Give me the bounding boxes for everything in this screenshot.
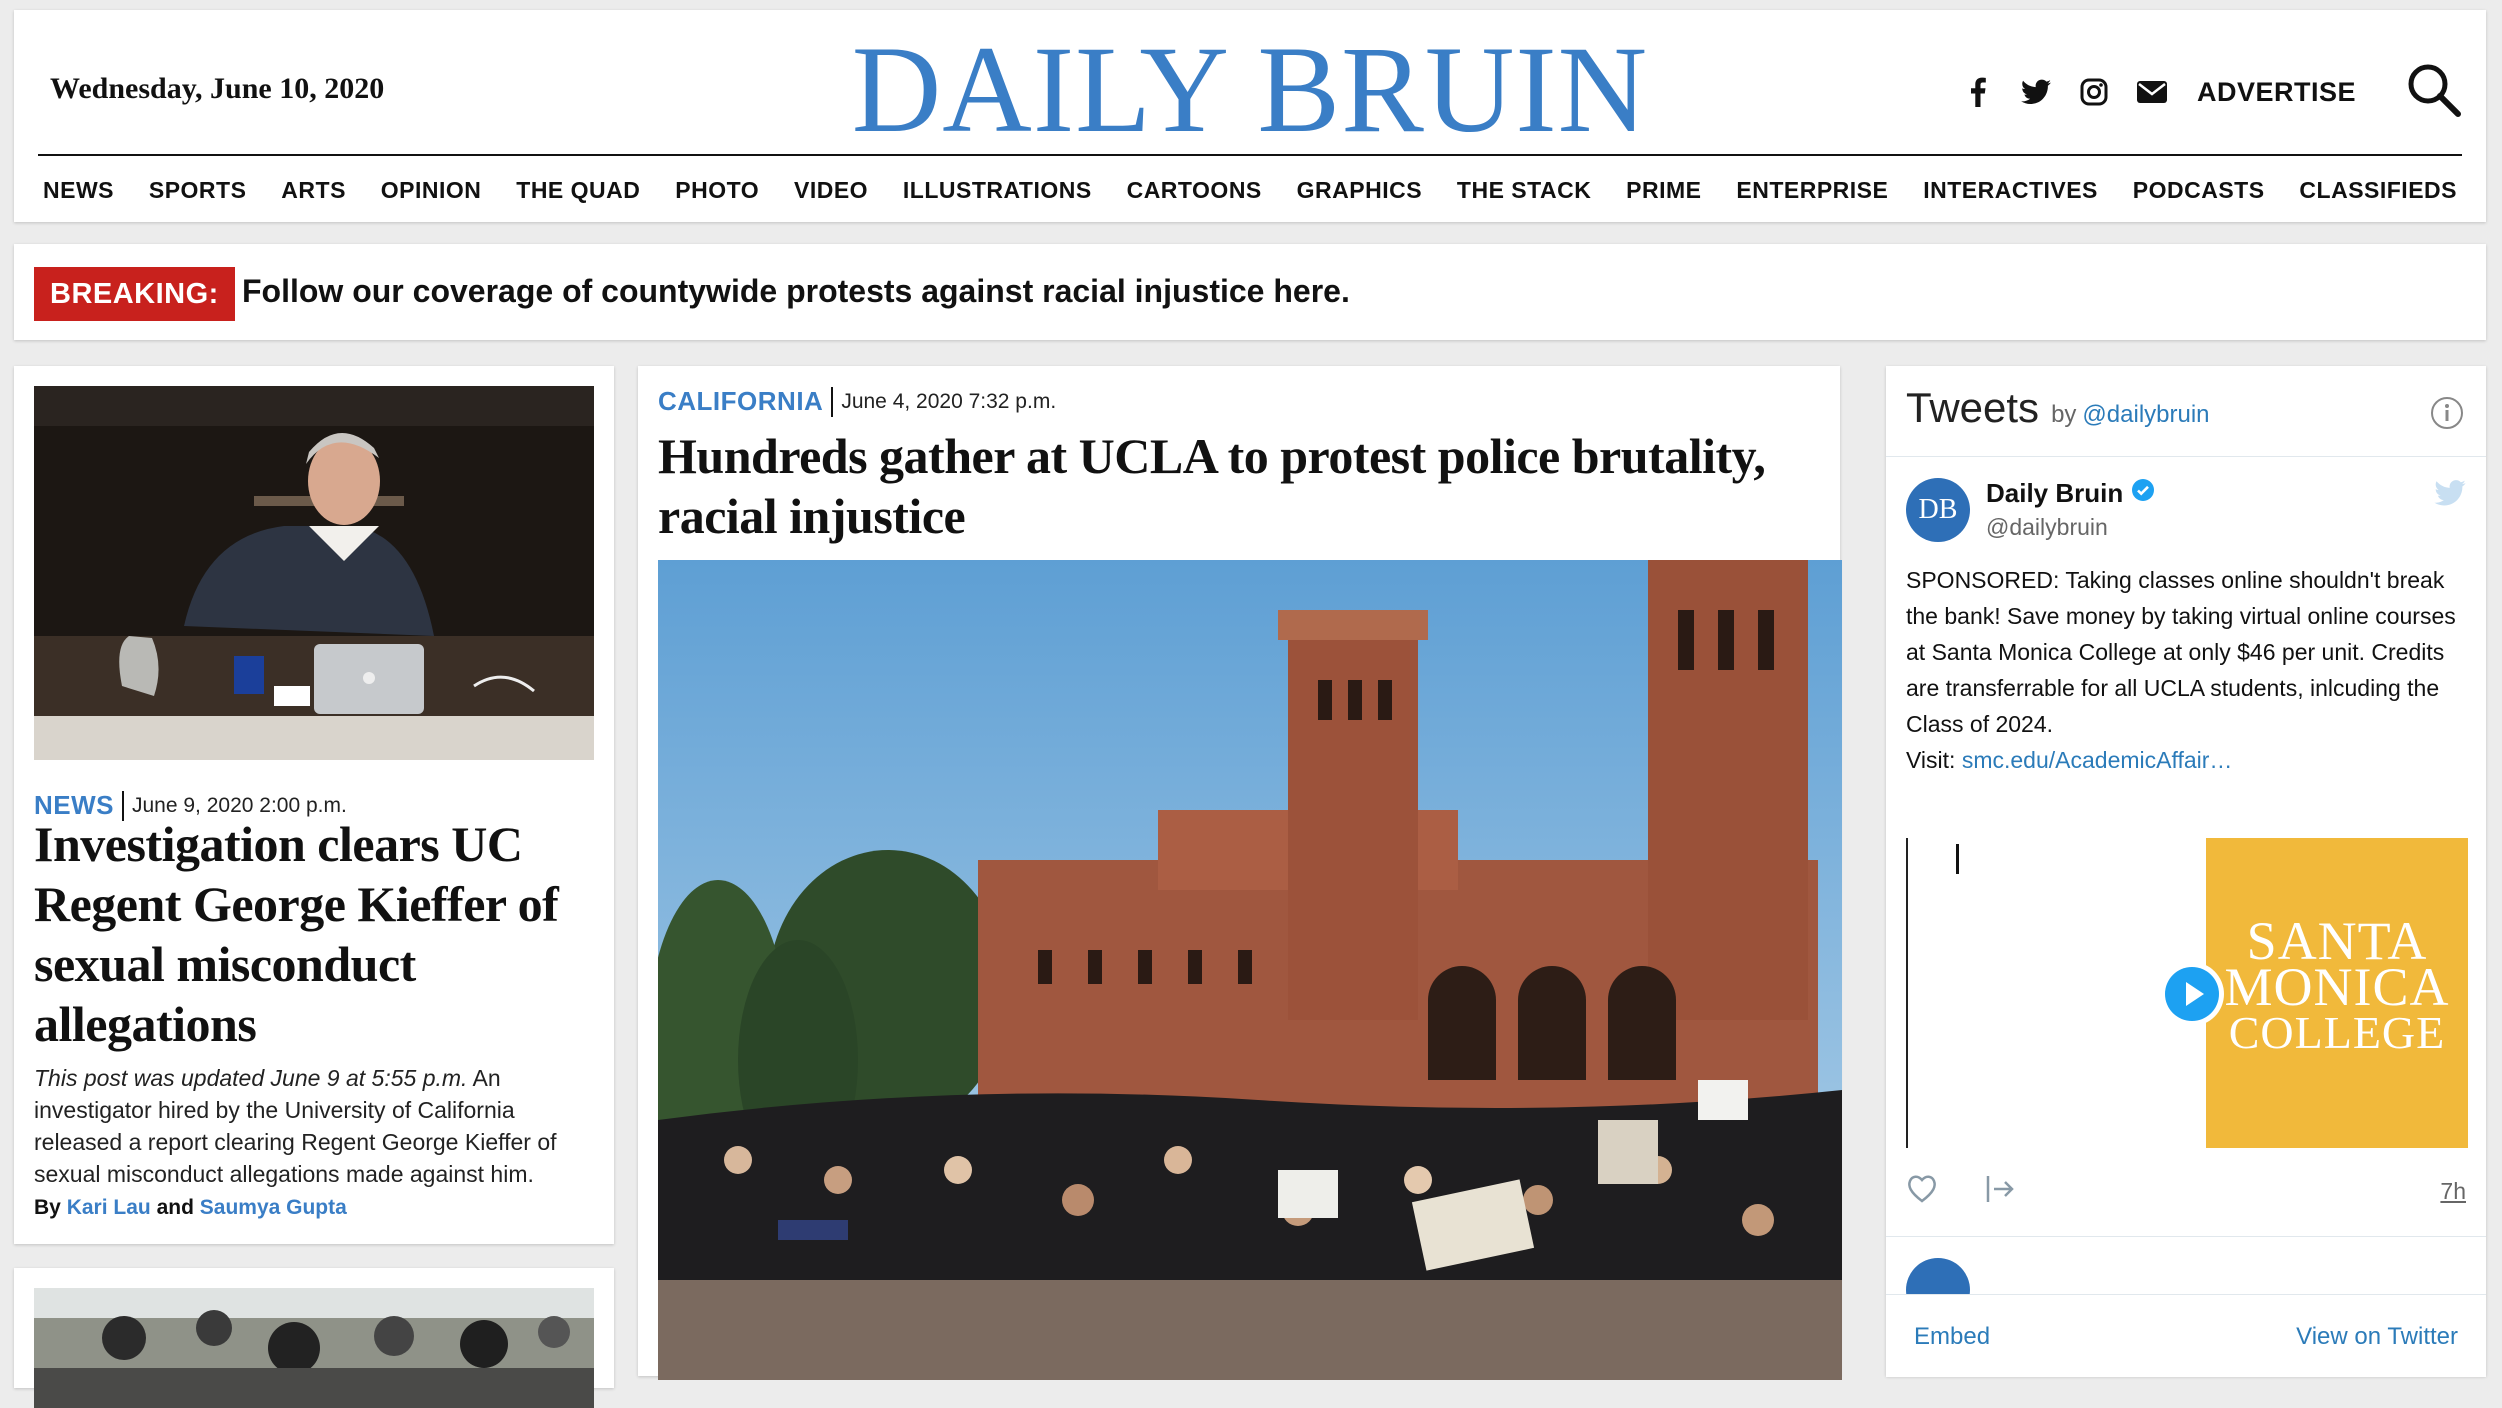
header-divider [38,154,2462,156]
nav-sports[interactable]: SPORTS [144,177,252,204]
tweet-text: SPONSORED: Taking classes online shouldn… [1906,562,2466,778]
timeline-handle-link[interactable]: @dailybruin [2082,401,2209,429]
search-icon[interactable] [2406,62,2462,123]
social-links: ADVERTISE [1961,62,2462,122]
story-photo-kieffer[interactable] [34,386,594,760]
avatar[interactable]: DB [1906,478,1970,542]
account-handle[interactable]: @dailybruin [1986,514,2108,541]
author-link[interactable]: Saumya Gupta [200,1196,347,1219]
twitter-icon[interactable] [2019,75,2053,109]
account-name[interactable]: Daily Bruin [1986,478,2123,509]
story-photo-royce-protest[interactable] [658,560,1842,1380]
nav-illustrations[interactable]: ILLUSTRATIONS [898,177,1097,204]
instagram-icon[interactable] [2077,75,2111,109]
nav-enterprise[interactable]: ENTERPRISE [1731,177,1893,204]
timeline-header: Tweets by @dailybruin [1906,384,2210,432]
tweet-visit-label: Visit: [1906,747,1962,773]
twitter-bird-icon[interactable] [2434,480,2466,511]
story-card-protest: CALIFORNIA June 4, 2020 7:32 p.m. Hundre… [638,366,1842,1380]
tweet-link[interactable]: smc.edu/AcademicAffair… [1962,747,2233,773]
story-byline: By Kari Lau and Saumya Gupta [34,1196,347,1220]
story-photo-protest-crowd[interactable] [34,1288,594,1408]
verified-badge-icon [2131,478,2155,509]
play-icon[interactable] [2160,962,2224,1026]
section-label[interactable]: CALIFORNIA [658,386,823,417]
nav-cartoons[interactable]: CARTOONS [1122,177,1267,204]
breaking-link[interactable]: Follow our coverage of countywide protes… [242,273,1350,310]
smc-logo-line: MONICA [2224,957,2450,1017]
smc-ad-image[interactable]: SANTA MONICA COLLEGE [2206,838,2468,1148]
mail-icon[interactable] [2135,75,2169,109]
text-cursor [1956,844,1959,874]
nav-interactives[interactable]: INTERACTIVES [1918,177,2103,204]
update-note: This post was updated June 9 at 5:55 p.m… [34,1065,468,1091]
meta-divider [831,386,834,417]
story-headline[interactable]: Investigation clears UC Regent George Ki… [34,814,594,1054]
nav-classifieds[interactable]: CLASSIFIEDS [2294,177,2462,204]
nav-prime[interactable]: PRIME [1621,177,1706,204]
story-meta: CALIFORNIA June 4, 2020 7:32 p.m. [658,386,1056,417]
nav-podcasts[interactable]: PODCASTS [2128,177,2270,204]
view-on-twitter-link[interactable]: View on Twitter [2296,1323,2458,1351]
main-nav: NEWS SPORTS ARTS OPINION THE QUAD PHOTO … [38,170,2462,210]
nav-opinion[interactable]: OPINION [376,177,487,204]
story-headline[interactable]: Hundreds gather at UCLA to protest polic… [658,426,1798,546]
embed-link[interactable]: Embed [1914,1323,1990,1351]
story-card-kieffer: NEWS June 9, 2020 2:00 p.m. Investigatio… [14,366,614,1244]
byline-and: and [156,1196,194,1219]
nav-news[interactable]: NEWS [38,177,119,204]
share-icon[interactable] [1984,1174,2016,1209]
like-heart-icon[interactable] [1906,1174,1938,1209]
tweet-body: SPONSORED: Taking classes online shouldn… [1906,567,2456,737]
twitter-timeline: Tweets by @dailybruin DB Daily Bruin @da… [1886,366,2486,1377]
site-header: Wednesday, June 10, 2020 DAILY BRUIN ADV… [14,10,2486,222]
story-card-second [14,1268,614,1408]
smc-logo-line: COLLEGE [2228,1007,2446,1058]
timeline-title: Tweets [1906,384,2040,431]
advertise-link[interactable]: ADVERTISE [2197,77,2356,108]
story-date: June 4, 2020 7:32 p.m. [841,389,1057,413]
breaking-banner: BREAKING: Follow our coverage of countyw… [14,244,2486,340]
nav-arts[interactable]: ARTS [276,177,351,204]
nav-video[interactable]: VIDEO [789,177,873,204]
tweet-account-name[interactable]: Daily Bruin [1986,478,2155,509]
nav-the-stack[interactable]: THE STACK [1452,177,1596,204]
timeline-footer: Embed View on Twitter [1886,1294,2486,1377]
facebook-icon[interactable] [1961,75,1995,109]
smc-logo-text: SANTA MONICA COLLEGE [2206,914,2468,1058]
tweet-divider [1886,1236,2486,1237]
nav-the-quad[interactable]: THE QUAD [511,177,645,204]
info-icon[interactable] [2430,396,2464,435]
nav-photo[interactable]: PHOTO [670,177,764,204]
tweet-media[interactable]: SANTA MONICA COLLEGE [1906,838,2468,1148]
timeline-by: by [2051,401,2077,428]
timeline-divider [1886,456,2486,457]
breaking-badge: BREAKING: [34,267,235,321]
author-link[interactable]: Kari Lau [67,1196,151,1219]
tweet-timestamp[interactable]: 7h [2440,1178,2466,1205]
tweet-actions: 7h [1906,1172,2466,1212]
byline-prefix: By [34,1196,61,1219]
nav-graphics[interactable]: GRAPHICS [1292,177,1427,204]
story-summary: This post was updated June 9 at 5:55 p.m… [34,1062,594,1190]
